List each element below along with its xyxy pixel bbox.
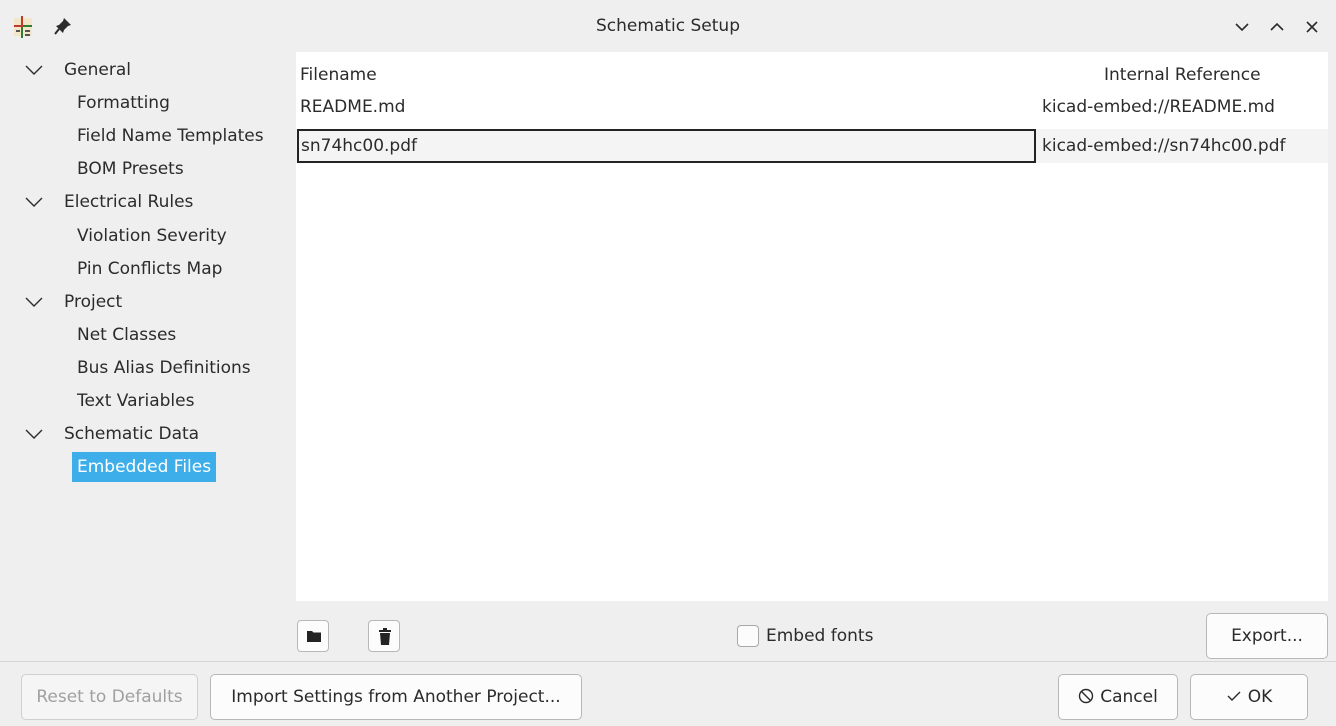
ok-button[interactable]: OK (1190, 674, 1308, 720)
tree-item-electrical-rules[interactable]: Electrical Rules (24, 187, 193, 217)
tree-item-label: BOM Presets (77, 159, 184, 179)
tree-item-label: Project (64, 292, 123, 312)
cancel-icon (1079, 688, 1094, 703)
cancel-button[interactable]: Cancel (1058, 674, 1178, 720)
import-settings-button[interactable]: Import Settings from Another Project... (210, 674, 582, 720)
embedded-files-table: Filename Internal Reference README.md ki… (296, 52, 1328, 601)
reference-cell[interactable]: kicad-embed://sn74hc00.pdf (1042, 129, 1286, 163)
tree-item-label: Pin Conflicts Map (77, 259, 223, 279)
tree-item-label: Formatting (77, 93, 170, 113)
chevron-down-icon[interactable] (24, 64, 44, 76)
tree-item-text-variables[interactable]: Text Variables (77, 386, 194, 416)
chevron-down-icon[interactable] (24, 196, 44, 208)
ok-label: OK (1247, 687, 1273, 707)
trash-icon (379, 628, 391, 645)
filename-cell[interactable]: sn74hc00.pdf (297, 129, 1036, 163)
add-file-button[interactable] (297, 620, 329, 652)
minimize-icon[interactable] (1232, 17, 1252, 37)
chevron-down-icon[interactable] (24, 296, 44, 308)
tree-item-pin-conflicts-map[interactable]: Pin Conflicts Map (77, 254, 222, 284)
settings-tree: General Formatting Field Name Templates … (0, 52, 296, 606)
embed-fonts-checkbox[interactable] (737, 625, 759, 647)
tree-item-label: Schematic Data (64, 424, 200, 444)
tree-item-bom-presets[interactable]: BOM Presets (77, 154, 184, 184)
tree-item-label: Field Name Templates (77, 126, 264, 146)
maximize-icon[interactable] (1267, 17, 1287, 37)
tree-item-field-name-templates[interactable]: Field Name Templates (77, 121, 264, 151)
tree-item-formatting[interactable]: Formatting (77, 88, 170, 118)
column-header-internal-reference[interactable]: Internal Reference (1104, 62, 1261, 88)
tree-item-bus-alias-definitions[interactable]: Bus Alias Definitions (77, 353, 251, 383)
cancel-label: Cancel (1100, 687, 1158, 707)
filename-cell[interactable]: README.md (300, 90, 405, 124)
tree-item-embedded-files[interactable]: Embedded Files (72, 452, 217, 482)
window-title: Schematic Setup (596, 16, 740, 36)
tree-item-general[interactable]: General (24, 55, 131, 85)
tree-item-project[interactable]: Project (24, 287, 122, 317)
tree-item-label: Bus Alias Definitions (77, 358, 251, 378)
reset-to-defaults-button[interactable]: Reset to Defaults (21, 674, 198, 720)
delete-file-button[interactable] (368, 620, 400, 652)
tree-item-label: General (64, 60, 131, 80)
tree-item-label: Text Variables (77, 391, 195, 411)
embed-fonts-label[interactable]: Embed fonts (766, 624, 873, 648)
tree-item-schematic-data[interactable]: Schematic Data (24, 419, 199, 449)
table-row[interactable]: README.md kicad-embed://README.md (296, 90, 1328, 124)
export-button[interactable]: Export... (1206, 613, 1328, 659)
folder-icon (307, 631, 321, 642)
tree-item-label: Electrical Rules (64, 192, 194, 212)
tree-item-violation-severity[interactable]: Violation Severity (77, 221, 227, 251)
footer-divider (0, 661, 1336, 662)
close-icon[interactable] (1302, 17, 1322, 37)
reference-cell[interactable]: kicad-embed://README.md (1042, 90, 1275, 124)
tree-item-label: Violation Severity (77, 226, 227, 246)
tree-item-label: Embedded Files (77, 457, 212, 477)
column-header-filename[interactable]: Filename (300, 62, 377, 88)
chevron-down-icon[interactable] (24, 428, 44, 440)
tree-item-label: Net Classes (77, 325, 177, 345)
table-row[interactable]: sn74hc00.pdf kicad-embed://sn74hc00.pdf (296, 129, 1328, 163)
title-bar: Schematic Setup (0, 0, 1336, 52)
tree-item-net-classes[interactable]: Net Classes (77, 320, 176, 350)
checkmark-icon (1227, 691, 1241, 701)
